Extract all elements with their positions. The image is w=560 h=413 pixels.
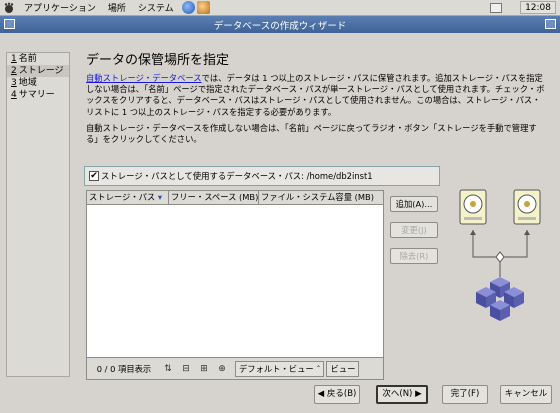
next-button[interactable]: 次へ(N) ▶ <box>376 385 428 404</box>
add-button[interactable]: 追加(A)... <box>390 196 438 212</box>
instruction-paragraph: 自動ストレージ・データベースを作成しない場合は、「名前」ページに戻ってラジオ・ボ… <box>86 122 537 145</box>
sidebar-item-region[interactable]: 3 地域 <box>7 77 69 89</box>
step-number: 2 <box>11 66 17 76</box>
clock[interactable]: 12:08 <box>520 1 556 14</box>
sidebar-item-storage[interactable]: 2 ストレージ <box>7 65 69 77</box>
step-label: 地域 <box>18 78 37 88</box>
step-number: 4 <box>11 90 17 100</box>
column-header-storage-path[interactable]: ストレージ・パス ▾ <box>87 191 169 204</box>
remove-button[interactable]: 除去(R) <box>390 248 438 264</box>
sidebar-item-summary[interactable]: 4 サマリー <box>7 89 69 101</box>
storage-path-table: ストレージ・パス ▾ フリー・スペース (MB)⇕ ファイル・システム容量 (M… <box>86 190 384 380</box>
wizard-footer: ◀ 戻る(B) 次へ(N) ▶ 完了(F) キャンセル <box>0 383 560 409</box>
window-maximize-icon[interactable] <box>545 19 556 29</box>
menu-applications[interactable]: アプリケーション <box>18 0 102 16</box>
mail-launcher-icon[interactable] <box>196 1 210 14</box>
table-toolbar: 0 / 0 項目表示 ⇅ ⊟ ⊞ ⊕ デフォルト・ビュー ˆ ビュー <box>87 357 383 379</box>
step-label: 名前 <box>18 54 37 64</box>
window-menu-icon[interactable] <box>4 19 15 29</box>
step-number: 1 <box>11 54 17 64</box>
step-label: サマリー <box>18 90 55 100</box>
wizard-content: データの保管場所を指定 自動ストレージ・データベースでは、データは 1 つ以上の… <box>84 52 552 380</box>
database-cubes-icon <box>476 277 524 321</box>
use-db-path-label: ストレージ・パスとして使用するデータベース・パス: /home/db2inst1 <box>101 171 373 181</box>
column-label: フリー・スペース (MB) <box>171 192 259 202</box>
column-header-free-space[interactable]: フリー・スペース (MB)⇕ <box>169 191 259 204</box>
wizard-steps-sidebar: 1 名前 2 ストレージ 3 地域 4 サマリー <box>6 52 70 377</box>
columns-icon[interactable]: ⊞ <box>197 363 211 375</box>
find-icon[interactable]: ⊕ <box>215 363 229 375</box>
disk-right-icon <box>513 189 541 225</box>
change-button[interactable]: 変更(J) <box>390 222 438 238</box>
view-selector[interactable]: デフォルト・ビュー ˆ <box>235 360 325 377</box>
view-label: デフォルト・ビュー <box>239 363 314 374</box>
window-title: データベースの作成ウィザード <box>213 20 347 32</box>
menu-places[interactable]: 場所 <box>102 0 132 16</box>
tray-icon[interactable] <box>490 2 503 13</box>
view-menu-button[interactable]: ビュー <box>326 360 360 377</box>
browser-launcher-icon[interactable] <box>181 1 195 14</box>
step-number: 3 <box>11 78 17 88</box>
use-db-path-checkbox[interactable]: ✔ <box>89 171 99 181</box>
description-paragraph: 自動ストレージ・データベースでは、データは 1 つ以上のストレージ・パスに保管さ… <box>86 73 548 118</box>
column-header-fs-capacity[interactable]: ファイル・システム容量 (MB) <box>259 191 383 204</box>
item-count: 0 / 0 項目表示 <box>96 363 152 374</box>
sidebar-item-name[interactable]: 1 名前 <box>7 53 69 65</box>
disk-left-icon <box>459 189 487 225</box>
cancel-button[interactable]: キャンセル <box>500 385 552 404</box>
top-panel: アプリケーション 場所 システム 12:08 <box>0 0 560 16</box>
filter-icon[interactable]: ⊟ <box>179 363 193 375</box>
use-db-path-checkbox-row[interactable]: ✔ ストレージ・パスとして使用するデータベース・パス: /home/db2ins… <box>84 166 440 186</box>
step-label: ストレージ <box>18 66 64 76</box>
finish-button[interactable]: 完了(F) <box>442 385 488 404</box>
gnome-foot-icon[interactable] <box>3 2 15 14</box>
column-label: ストレージ・パス <box>89 192 156 202</box>
table-body[interactable] <box>87 205 383 347</box>
back-button[interactable]: ◀ 戻る(B) <box>314 385 360 404</box>
sort-icon[interactable]: ⇅ <box>161 363 175 375</box>
wizard-window: 1 名前 2 ストレージ 3 地域 4 サマリー データの保管場所を指定 自動ストレージ… <box>0 33 560 413</box>
storage-illustration <box>459 189 541 321</box>
column-label: ファイル・システム容量 (MB) <box>261 192 374 202</box>
auto-storage-link[interactable]: 自動ストレージ・データベース <box>86 73 202 83</box>
menu-system[interactable]: システム <box>132 0 180 16</box>
sort-desc-icon: ▾ <box>157 192 163 202</box>
table-header: ストレージ・パス ▾ フリー・スペース (MB)⇕ ファイル・システム容量 (M… <box>87 191 383 205</box>
window-titlebar[interactable]: データベースの作成ウィザード <box>0 16 560 33</box>
page-title: データの保管場所を指定 <box>86 53 230 68</box>
